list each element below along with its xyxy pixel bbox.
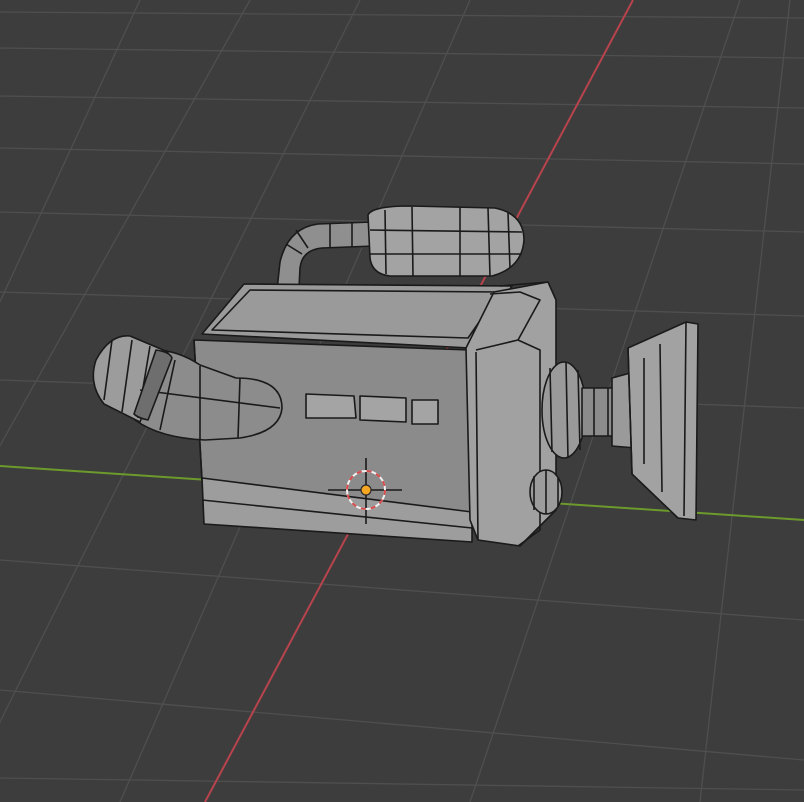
3d-viewport[interactable] (0, 0, 804, 802)
viewport-canvas[interactable] (0, 0, 804, 802)
object-origin-icon (360, 484, 372, 496)
